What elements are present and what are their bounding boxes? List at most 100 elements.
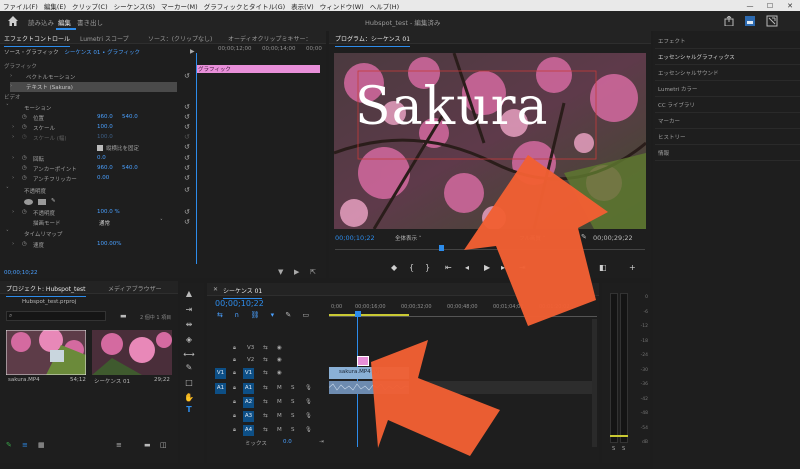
row-scale[interactable]: › ◷ スケール 100.0 ↺	[0, 123, 194, 133]
reset-icon[interactable]: ↺	[184, 143, 190, 151]
graphic-clip[interactable]	[357, 356, 369, 366]
reset-icon[interactable]: ↺	[184, 208, 190, 216]
panel-history[interactable]: ヒストリー	[655, 129, 800, 145]
timeline-timecode[interactable]: 00;00;10;22	[215, 299, 264, 308]
tab-edit[interactable]: 編集	[58, 17, 71, 27]
solo-button[interactable]: S	[291, 427, 295, 433]
expand-icon[interactable]: ›	[10, 83, 12, 89]
stopwatch-icon[interactable]: ◷	[22, 209, 27, 215]
menu-edit[interactable]: 編集(E)	[44, 1, 66, 11]
source-v1[interactable]: V1	[215, 368, 226, 379]
rotation-value[interactable]: 0.0	[97, 155, 106, 161]
ec-graphic-clip[interactable]: グラフィック	[196, 65, 320, 73]
add-marker-icon[interactable]: ▾	[271, 311, 275, 319]
row-time-remap[interactable]: ˅ タイムリマップ	[0, 229, 194, 239]
solo-left-button[interactable]: S	[612, 446, 615, 452]
close-button[interactable]: ✕	[780, 2, 800, 10]
speed-value[interactable]: 100.00%	[97, 241, 121, 247]
audio-clip[interactable]	[328, 381, 410, 394]
stopwatch-icon[interactable]: ◷	[22, 241, 27, 247]
sync-lock-icon[interactable]: ⇆	[263, 345, 268, 351]
snap-icon[interactable]: ∩	[234, 311, 239, 319]
source-a1[interactable]: A1	[215, 383, 226, 394]
sequence-link[interactable]: シーケンス 01 • グラフィック	[64, 50, 140, 56]
ellipse-mask-icon[interactable]	[24, 199, 33, 205]
rectangle-tool-icon[interactable]: □	[183, 378, 195, 390]
row-opacity-section[interactable]: ˅ 不透明度 ↺	[0, 186, 194, 196]
filter-icon[interactable]: ▼	[278, 268, 283, 276]
linked-select-icon[interactable]: ⛓	[250, 311, 259, 319]
panel-effects[interactable]: エフェクト	[655, 33, 800, 49]
tab-media-browser[interactable]: メディアブラウザー	[108, 284, 162, 293]
icon-view-icon[interactable]: ▦	[38, 441, 45, 449]
captions-icon[interactable]: ▭	[302, 311, 309, 319]
work-area-bar[interactable]	[329, 314, 409, 316]
panel-essential-graphics[interactable]: エッセンシャルグラフィックス	[655, 49, 800, 65]
audio-track-area[interactable]	[409, 381, 594, 394]
lock-icon[interactable]: ✎	[6, 441, 12, 449]
go-to-out-icon[interactable]: ⇥	[519, 263, 526, 272]
menu-graphics[interactable]: グラフィックとタイトル(G)	[204, 1, 285, 11]
tab-effect-controls[interactable]: エフェクトコントロール	[4, 34, 71, 47]
mute-button[interactable]: M	[277, 427, 282, 433]
minimize-button[interactable]: —	[740, 2, 760, 10]
stopwatch-icon[interactable]: ◷	[22, 175, 27, 181]
row-antiflicker[interactable]: › ◷ アンチフリッカー 0.00 ↺	[0, 174, 194, 184]
program-timecode[interactable]: 00;00;10;22	[335, 234, 375, 242]
track-target-v1[interactable]: V1	[243, 368, 254, 379]
panel-lumetri-color[interactable]: Lumetri カラー	[655, 81, 800, 97]
lock-icon[interactable]: 🔒︎	[233, 413, 236, 420]
maximize-button[interactable]: ☐	[760, 2, 780, 10]
solo-button[interactable]: S	[291, 413, 295, 419]
step-forward-icon[interactable]: ▸	[501, 263, 505, 272]
thumbnail-sakura[interactable]	[6, 330, 86, 375]
share-icon[interactable]	[724, 16, 734, 26]
slip-tool-icon[interactable]: ⟷	[183, 350, 195, 362]
reset-icon[interactable]: ↺	[184, 218, 190, 226]
uniform-scale-checkbox[interactable]	[97, 145, 103, 151]
fullscreen-icon[interactable]	[766, 15, 778, 27]
anchor-x-value[interactable]: 960.0	[97, 165, 113, 171]
expand-icon[interactable]: ›	[12, 124, 14, 130]
sync-lock-icon[interactable]: ⇆	[263, 357, 268, 363]
video-clip[interactable]: sakura.MP4 [V]	[329, 367, 409, 379]
play-icon[interactable]: ▶	[484, 263, 490, 272]
position-y-value[interactable]: 540.0	[122, 114, 138, 120]
row-motion[interactable]: ˅ モーション ↺	[0, 103, 194, 113]
chevron-down-icon[interactable]: ˅	[160, 219, 163, 225]
mic-icon[interactable]: 🎙︎	[305, 399, 312, 405]
menu-marker[interactable]: マーカー(M)	[161, 1, 198, 11]
play-icon[interactable]: ▶	[294, 268, 299, 276]
mute-button[interactable]: M	[277, 385, 282, 391]
ec-playhead[interactable]	[196, 53, 197, 264]
reset-icon[interactable]: ↺	[184, 186, 190, 194]
position-x-value[interactable]: 960.0	[97, 114, 113, 120]
expand-icon[interactable]: ›	[12, 155, 14, 161]
reset-icon[interactable]: ↺	[184, 103, 190, 111]
tab-import[interactable]: 読み込み	[28, 17, 54, 27]
reset-icon[interactable]: ↺	[184, 72, 190, 80]
sync-lock-icon[interactable]: ⇆	[263, 427, 268, 433]
track-target-a4[interactable]: A4	[243, 425, 254, 436]
track-target-a1[interactable]: A1	[243, 383, 254, 394]
panel-cc-libraries[interactable]: CC ライブラリ	[655, 97, 800, 113]
timeline-ruler[interactable]: 0;00 00;00;16;00 00;00;32;00 00;00;48;00…	[329, 299, 597, 319]
close-icon[interactable]: ✕	[213, 286, 218, 293]
antiflicker-value[interactable]: 0.00	[97, 175, 109, 181]
add-button-icon[interactable]: +	[629, 263, 636, 272]
stopwatch-icon[interactable]: ◷	[22, 155, 27, 161]
razor-tool-icon[interactable]: ◈	[183, 335, 195, 347]
row-rotation[interactable]: › ◷ 回転 0.0 ↺	[0, 154, 194, 164]
mic-icon[interactable]: 🎙︎	[305, 385, 312, 391]
export-frame-icon[interactable]: ◧	[599, 263, 607, 272]
row-opacity[interactable]: › ◷ 不透明度 100.0 % ↺	[0, 208, 194, 218]
menu-clip[interactable]: クリップ(C)	[72, 1, 108, 11]
ripple-edit-tool-icon[interactable]: ⇹	[183, 320, 195, 332]
quick-export-icon[interactable]	[744, 15, 756, 27]
go-to-end-icon[interactable]: ⇥	[319, 439, 324, 445]
nest-icon[interactable]: ⇆	[217, 311, 223, 319]
reset-icon[interactable]: ↺	[184, 123, 190, 131]
panel-markers[interactable]: マーカー	[655, 113, 800, 129]
tab-source[interactable]: ソース：(クリップなし)	[148, 34, 212, 43]
tab-lumetri-scopes[interactable]: Lumetri スコープ	[80, 34, 129, 43]
